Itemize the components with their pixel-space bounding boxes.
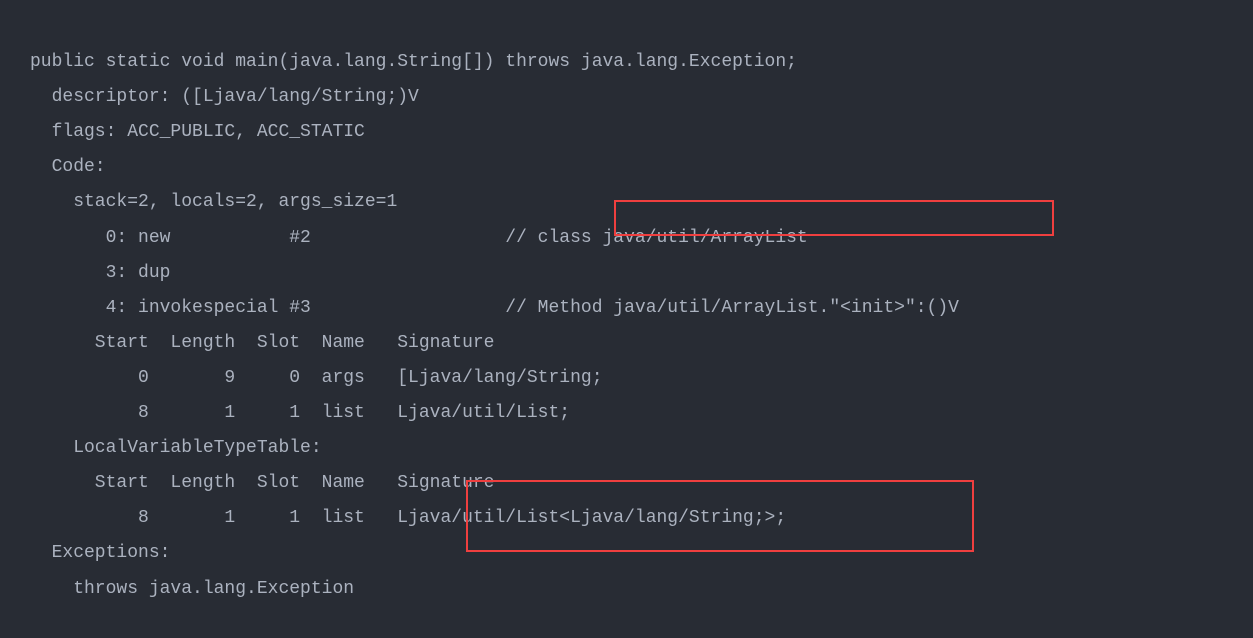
code-line: stack=2, locals=2, args_size=1	[30, 192, 397, 212]
code-line: Code:	[30, 157, 106, 177]
code-line: descriptor: ([Ljava/lang/String;)V	[30, 87, 419, 107]
code-line: 8 1 1 list Ljava/util/List;	[30, 403, 570, 423]
code-line: 4: invokespecial #3 // Method java/util/…	[30, 298, 959, 318]
code-line: 8 1 1 list Ljava/util/List<Ljava/lang/St…	[30, 508, 786, 528]
code-line: Exceptions:	[30, 543, 170, 563]
code-line: Start Length Slot Name Signature	[30, 333, 494, 353]
bytecode-dump: public static void main(java.lang.String…	[0, 0, 1253, 638]
code-line: LocalVariableTypeTable:	[30, 438, 322, 458]
code-line: 3: dup	[30, 263, 170, 283]
code-line: 0: new #2 // class java/util/ArrayList	[30, 228, 808, 248]
code-line: throws java.lang.Exception	[30, 579, 354, 599]
code-line: public static void main(java.lang.String…	[30, 52, 797, 72]
code-line: 0 9 0 args [Ljava/lang/String;	[30, 368, 603, 388]
code-line: flags: ACC_PUBLIC, ACC_STATIC	[30, 122, 365, 142]
code-line: Start Length Slot Name Signature	[30, 473, 494, 493]
